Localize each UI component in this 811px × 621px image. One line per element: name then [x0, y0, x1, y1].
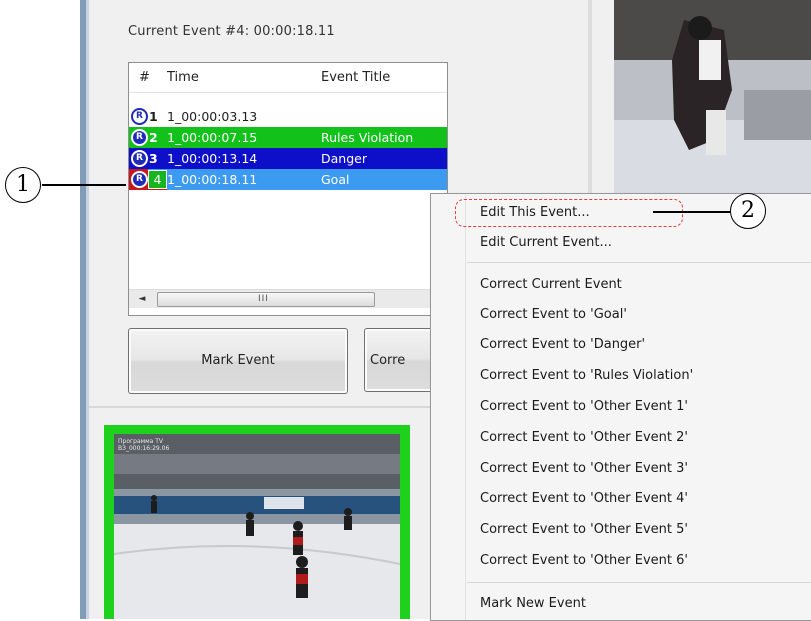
registered-icon: R	[131, 129, 148, 146]
event-row[interactable]: R 3 1_00:00:13.14 Danger	[129, 148, 447, 169]
video-preview-main	[614, 0, 811, 194]
event-time: 1_00:00:07.15	[167, 130, 258, 145]
menu-item-correct-current[interactable]: Correct Current Event	[480, 274, 622, 296]
header-divider	[129, 92, 447, 93]
column-header-title[interactable]: Event Title	[321, 63, 391, 93]
menu-item-correct-rules-violation[interactable]: Correct Event to 'Rules Violation'	[480, 365, 693, 387]
menu-item-correct-other-6[interactable]: Correct Event to 'Other Event 6'	[480, 550, 688, 572]
event-row[interactable]: R 1 1_00:00:03.13	[129, 106, 447, 127]
menu-separator	[467, 582, 811, 583]
menu-item-correct-other-1[interactable]: Correct Event to 'Other Event 1'	[480, 396, 688, 418]
video-timestamp-overlay: Программа TV ВЗ_000:16:29.06	[118, 438, 169, 452]
menu-separator	[467, 262, 811, 263]
event-row-selected[interactable]: R 4 1_00:00:18.11 Goal	[129, 169, 447, 190]
event-number: 4	[148, 170, 167, 189]
video-preview-secondary[interactable]: Программа TV ВЗ_000:16:29.06	[114, 434, 400, 619]
event-time: 1_00:00:13.14	[167, 151, 258, 166]
callout-number-2: 2	[730, 193, 766, 229]
scroll-left-arrow-icon[interactable]: ◄	[135, 290, 149, 308]
context-menu: Edit This Event... Edit Current Event...…	[430, 193, 811, 621]
event-number: 3	[149, 151, 158, 166]
event-title: Rules Violation	[321, 130, 414, 145]
event-number: 1	[149, 109, 158, 124]
registered-icon: R	[131, 171, 148, 188]
column-header-time[interactable]: Time	[167, 63, 199, 93]
registered-icon: R	[131, 108, 148, 125]
menu-item-mark-new-event[interactable]: Mark New Event	[480, 593, 586, 615]
menu-item-edit-current-event[interactable]: Edit Current Event...	[480, 232, 612, 254]
hockey-goalie-image	[614, 0, 811, 194]
horizontal-scrollbar[interactable]: ◄ III	[129, 289, 447, 308]
overlay-line-1: Программа TV	[118, 438, 164, 445]
menu-item-correct-other-2[interactable]: Correct Event to 'Other Event 2'	[480, 427, 688, 449]
callout-leader-line	[42, 184, 126, 186]
column-header-number[interactable]: #	[139, 63, 150, 93]
scroll-grip-icon: III	[258, 294, 269, 304]
event-number: 2	[149, 130, 158, 145]
hockey-rink-image	[114, 434, 400, 619]
event-time: 1_00:00:03.13	[167, 109, 258, 124]
menu-icon-gutter	[465, 194, 466, 620]
menu-item-correct-other-3[interactable]: Correct Event to 'Other Event 3'	[480, 458, 688, 480]
event-row[interactable]: R 2 1_00:00:07.15 Rules Violation	[129, 127, 447, 148]
menu-item-correct-other-5[interactable]: Correct Event to 'Other Event 5'	[480, 519, 688, 541]
event-title: Danger	[321, 151, 367, 166]
callout-leader-line	[653, 211, 731, 213]
event-time: 1_00:00:18.11	[167, 172, 258, 187]
menu-item-correct-other-4[interactable]: Correct Event to 'Other Event 4'	[480, 488, 688, 510]
registered-icon: R	[131, 150, 148, 167]
highlight-dashed-box	[455, 199, 683, 227]
callout-number-1: 1	[5, 167, 41, 203]
current-event-label: Current Event #4: 00:00:18.11	[128, 24, 335, 39]
menu-item-correct-goal[interactable]: Correct Event to 'Goal'	[480, 304, 627, 326]
event-title: Goal	[321, 172, 350, 187]
scroll-thumb[interactable]: III	[157, 292, 375, 307]
overlay-line-2: ВЗ_000:16:29.06	[118, 445, 170, 452]
mark-event-button[interactable]: Mark Event	[128, 328, 348, 394]
menu-item-correct-danger[interactable]: Correct Event to 'Danger'	[480, 334, 645, 356]
event-list[interactable]: # Time Event Title R 1 1_00:00:03.13 R 2…	[128, 62, 448, 316]
